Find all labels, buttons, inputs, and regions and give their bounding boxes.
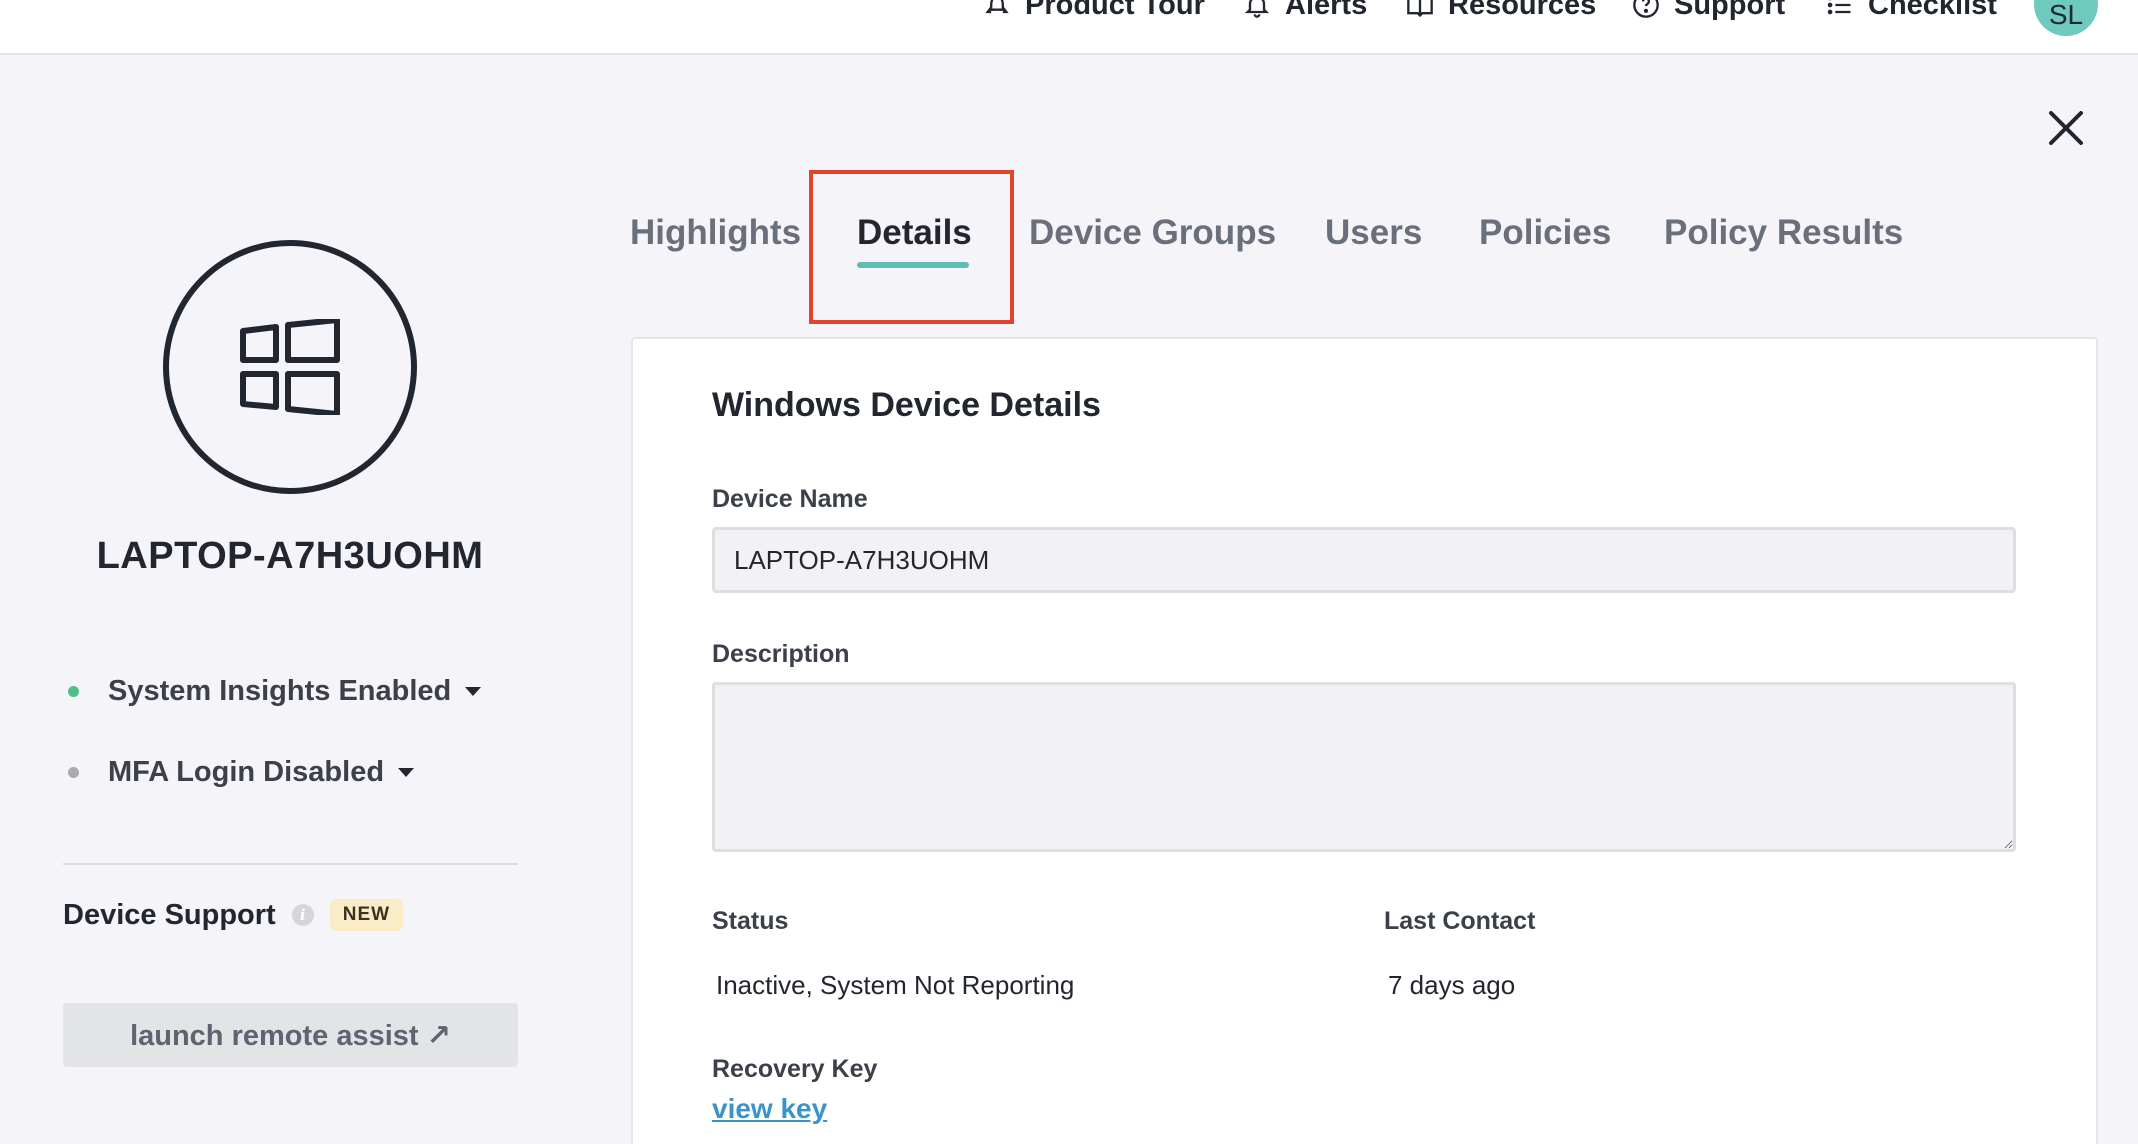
status-value: Inactive, System Not Reporting — [716, 970, 1075, 1000]
resources-label: Resources — [1448, 0, 1597, 21]
support-label: Support — [1674, 0, 1786, 21]
bell-icon — [1244, 0, 1270, 18]
status-dot — [68, 685, 79, 697]
device-name-field[interactable] — [712, 527, 2016, 593]
alerts-link[interactable]: Alerts — [1243, 0, 1367, 22]
highlight-annotation-box — [809, 170, 1014, 324]
new-badge: NEW — [329, 899, 404, 931]
device-name-label: Device Name — [712, 485, 868, 513]
last-contact-value: 7 days ago — [1388, 970, 1516, 1000]
tab-policies[interactable]: Policies — [1479, 213, 1611, 261]
product-tour-label: Product Tour — [1025, 0, 1205, 21]
avatar-initials: SL — [2048, 0, 2084, 30]
card-title: Windows Device Details — [712, 386, 1101, 424]
status-label: Status — [712, 907, 789, 935]
status-dot — [68, 766, 79, 778]
tab-users[interactable]: Users — [1325, 213, 1422, 261]
close-button[interactable] — [2046, 108, 2086, 148]
alerts-label: Alerts — [1285, 0, 1368, 21]
divider — [63, 863, 518, 865]
close-icon — [2049, 111, 2083, 145]
top-bar: Product Tour Alerts Resources Support Ch… — [0, 0, 2138, 55]
list-icon — [1827, 0, 1851, 15]
caret-down-icon — [465, 686, 482, 696]
last-contact-label: Last Contact — [1384, 907, 1536, 935]
launch-remote-assist-button[interactable]: launch remote assist ↗ — [63, 1003, 518, 1067]
mfa-login-status[interactable]: MFA Login Disabled — [68, 752, 415, 792]
info-icon[interactable]: i — [291, 904, 314, 926]
device-support-header: Device Support i NEW — [63, 895, 404, 935]
product-tour-link[interactable]: Product Tour — [983, 0, 1205, 22]
checklist-label: Checklist — [1868, 0, 1997, 21]
system-insights-status[interactable]: System Insights Enabled — [68, 671, 482, 711]
caret-down-icon — [398, 767, 415, 777]
recovery-key-label: Recovery Key — [712, 1055, 878, 1083]
rocket-icon — [985, 0, 1009, 14]
device-os-avatar — [163, 240, 417, 494]
resources-link[interactable]: Resources — [1406, 0, 1596, 22]
device-support-title: Device Support — [63, 898, 276, 931]
user-avatar[interactable]: SL — [2034, 0, 2098, 36]
windows-icon — [240, 319, 340, 415]
device-name-heading: LAPTOP-A7H3UOHM — [96, 535, 484, 577]
view-key-link[interactable]: view key — [712, 1093, 827, 1125]
description-field[interactable] — [712, 682, 2016, 852]
tab-device-groups[interactable]: Device Groups — [1029, 213, 1276, 261]
mfa-login-label: MFA Login Disabled — [108, 755, 385, 788]
tab-highlights[interactable]: Highlights — [630, 213, 801, 261]
book-icon — [1407, 0, 1433, 18]
checklist-link[interactable]: Checklist — [1826, 0, 1997, 22]
system-insights-label: System Insights Enabled — [108, 674, 452, 707]
tab-policy-results[interactable]: Policy Results — [1664, 213, 1903, 261]
description-label: Description — [712, 640, 850, 668]
help-circle-icon — [1633, 0, 1659, 18]
support-link[interactable]: Support — [1632, 0, 1785, 22]
